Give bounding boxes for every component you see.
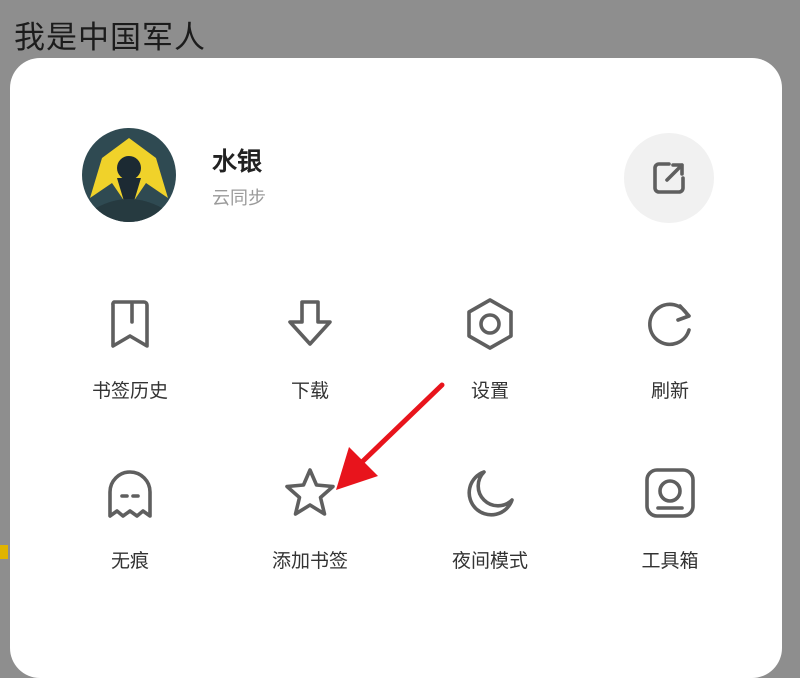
menu-item-label: 书签历史 <box>91 380 168 402</box>
menu-item-label: 工具箱 <box>641 550 699 572</box>
share-icon <box>653 162 685 194</box>
toolbox-icon <box>638 462 702 526</box>
refresh-icon <box>638 292 702 356</box>
menu-item-label: 无痕 <box>110 550 149 572</box>
share-button[interactable] <box>624 133 714 223</box>
menu-item-label: 设置 <box>470 380 509 402</box>
menu-item-bookmark-history[interactable]: 书签历史 <box>60 292 200 412</box>
avatar-image <box>82 128 176 222</box>
menu-item-add-bookmark[interactable]: 添加书签 <box>240 462 380 582</box>
download-icon <box>278 292 342 356</box>
menu-item-label: 刷新 <box>650 380 689 402</box>
menu-item-download[interactable]: 下载 <box>240 292 380 412</box>
menu-item-refresh[interactable]: 刷新 <box>600 292 740 412</box>
page-title: 我是中国军人 <box>14 20 206 56</box>
ghost-icon <box>98 462 162 526</box>
star-icon <box>278 462 342 526</box>
menu-item-night-mode[interactable]: 夜间模式 <box>420 462 560 582</box>
menu-item-label: 添加书签 <box>271 550 348 572</box>
menu-item-label: 夜间模式 <box>451 550 528 572</box>
menu-item-incognito[interactable]: 无痕 <box>60 462 200 582</box>
moon-icon <box>458 462 522 526</box>
background-yellow-strip <box>0 545 8 559</box>
user-name: 水银 <box>212 147 263 176</box>
cloud-sync-label[interactable]: 云同步 <box>212 184 266 210</box>
menu-item-toolbox[interactable]: 工具箱 <box>600 462 740 582</box>
bookmark-history-icon <box>98 292 162 356</box>
settings-hexagon-icon <box>458 292 522 356</box>
menu-item-settings[interactable]: 设置 <box>420 292 560 412</box>
avatar[interactable] <box>82 128 176 222</box>
menu-item-label: 下载 <box>290 380 329 402</box>
